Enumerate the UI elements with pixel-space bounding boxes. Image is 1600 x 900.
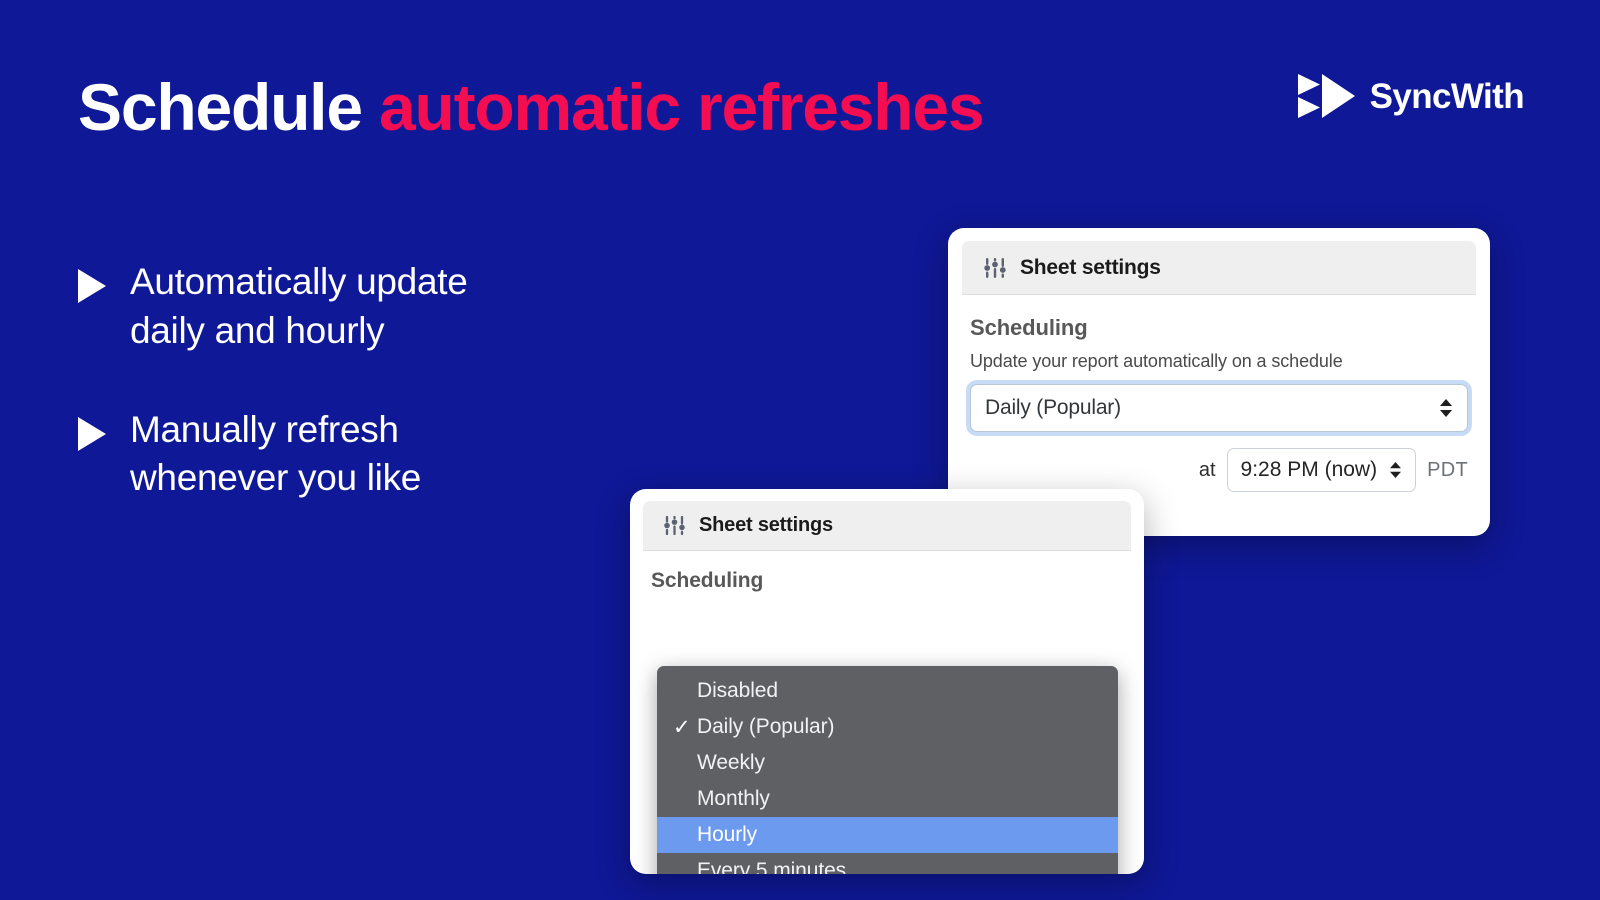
at-label: at <box>1198 458 1216 481</box>
time-select-value: 9:28 PM (now) <box>1240 458 1378 481</box>
time-select[interactable]: 9:28 PM (now) <box>1226 448 1417 492</box>
list-item: Automatically update daily and hourly <box>78 258 508 356</box>
dropdown-check-icon: ✓ <box>673 715 691 739</box>
card-body: Scheduling Update your report automatica… <box>948 295 1490 492</box>
frequency-select-value: Daily (Popular) <box>985 396 1121 419</box>
stepper-arrows-icon <box>1390 462 1402 478</box>
dropdown-item-every-5-minutes[interactable]: Every 5 minutes <box>657 853 1118 874</box>
frequency-select[interactable]: Daily (Popular) <box>970 384 1468 432</box>
brand-logo: SyncWith <box>1297 72 1525 120</box>
dropdown-item-label: Weekly <box>697 751 765 774</box>
timezone-label: PDT <box>1427 458 1468 481</box>
sliders-icon <box>984 257 1006 278</box>
card-header: Sheet settings <box>643 501 1131 551</box>
stepper-arrows-icon <box>1440 399 1452 417</box>
bullet-text: Automatically update daily and hourly <box>130 261 468 351</box>
brand-name: SyncWith <box>1369 76 1525 116</box>
triangle-bullet-icon <box>78 269 106 303</box>
play-triangles-icon <box>1297 74 1355 118</box>
dropdown-item-label: Hourly <box>697 823 758 846</box>
sliders-icon <box>664 515 685 536</box>
dropdown-item-monthly[interactable]: Monthly <box>657 781 1118 817</box>
section-subtitle: Update your report automatically on a sc… <box>970 351 1343 371</box>
dropdown-item-disabled[interactable]: Disabled <box>657 673 1118 709</box>
list-item: Manually refresh whenever you like <box>78 406 508 504</box>
frequency-dropdown-menu[interactable]: Disabled ✓ Daily (Popular) Weekly Monthl… <box>657 666 1118 874</box>
card-header: Sheet settings <box>962 241 1476 295</box>
section-title: Scheduling <box>651 569 764 592</box>
card-title: Sheet settings <box>1020 255 1161 279</box>
dropdown-item-daily[interactable]: ✓ Daily (Popular) <box>657 709 1118 745</box>
card-body: Scheduling Disabled ✓ Daily (Popular) We… <box>630 551 1144 874</box>
page-title-accent: automatic refreshes <box>378 70 985 144</box>
section-title: Scheduling <box>970 315 1088 340</box>
triangle-bullet-icon <box>78 416 106 451</box>
bullet-text: Manually refresh whenever you like <box>130 408 422 499</box>
dropdown-item-label: Daily (Popular) <box>697 715 835 738</box>
feature-bullet-list: Automatically update daily and hourly Ma… <box>78 258 508 553</box>
card-title: Sheet settings <box>699 514 833 536</box>
dropdown-item-label: Monthly <box>697 787 770 810</box>
dropdown-item-hourly[interactable]: Hourly <box>657 817 1118 853</box>
dropdown-item-weekly[interactable]: Weekly <box>657 745 1118 781</box>
sheet-settings-card-front: Sheet settings Scheduling Disabled ✓ Dai… <box>630 489 1144 874</box>
dropdown-item-label: Disabled <box>697 679 778 702</box>
schedule-time-row: at 9:28 PM (now) PDT <box>970 448 1468 492</box>
page-title-primary: Schedule <box>78 70 379 144</box>
page-title: Schedule automatic refreshes <box>78 74 985 140</box>
dropdown-item-label: Every 5 minutes <box>697 859 847 874</box>
